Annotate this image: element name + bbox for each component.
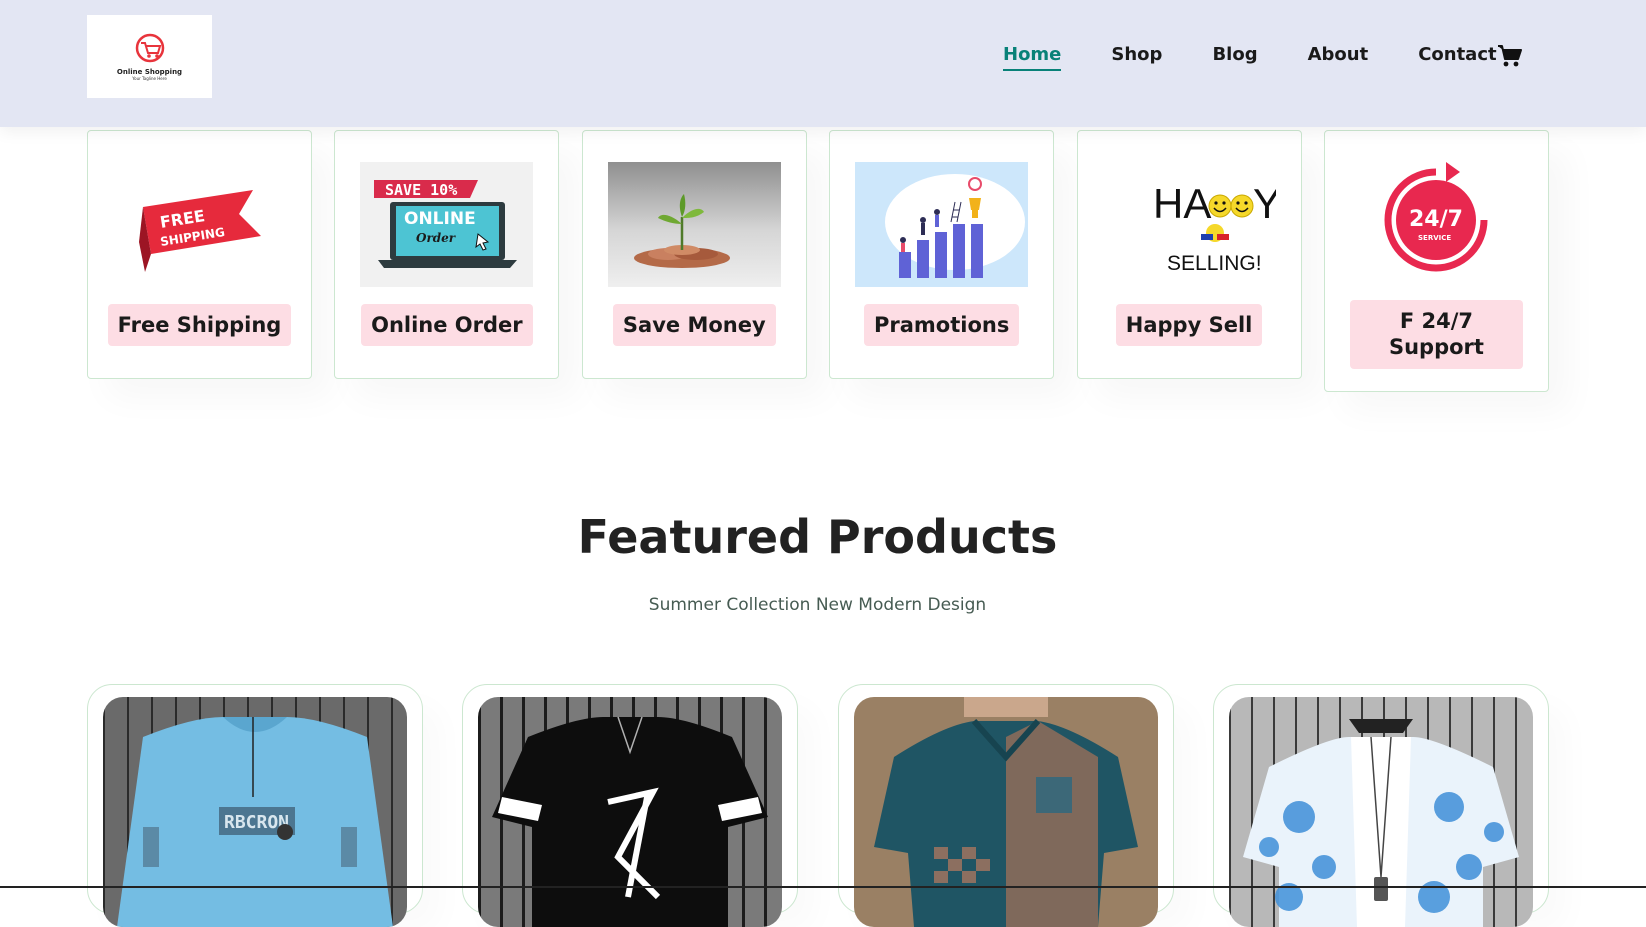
logo-tagline: Your Tagline Here (132, 75, 167, 81)
nav-shop[interactable]: Shop (1111, 44, 1162, 71)
nav-contact[interactable]: Contact (1418, 44, 1496, 71)
feature-label-line: Support (1388, 335, 1484, 360)
plant-coins-icon (633, 194, 730, 268)
black-graphic-tshirt-image (492, 716, 769, 927)
feature-label: Free Shipping (107, 304, 292, 347)
support-image: 24/7 SERVICE (1350, 158, 1523, 283)
feature-card-free-shipping[interactable]: FREE SHIPPING Free Shipping (87, 130, 312, 379)
svg-text:SAVE 10%: SAVE 10% (385, 181, 457, 199)
svg-text:Y: Y (1253, 180, 1276, 227)
feature-label: F 24/7 Support (1349, 300, 1523, 369)
nav-blog[interactable]: Blog (1212, 44, 1257, 71)
promotions-image (855, 162, 1029, 287)
feature-card-happy-sell[interactable]: HA Y SELLING! Happy Sell (1076, 130, 1302, 379)
free-shipping-image: FREE SHIPPING (113, 162, 286, 287)
save-money-image (607, 162, 781, 287)
nav-home[interactable]: Home (1003, 44, 1062, 71)
cart-icon[interactable] (1497, 43, 1523, 69)
logo-text: Online Shopping (116, 67, 183, 76)
light-blue-sweatshirt-image: RBCRON (117, 717, 393, 927)
product-image[interactable]: RBCRON (103, 697, 407, 927)
svg-text:24/7: 24/7 (1409, 207, 1463, 232)
teal-patterned-polo-image (873, 697, 1138, 927)
feature-label-line: F 24/7 (1399, 309, 1474, 333)
product-card[interactable]: RBCRON (87, 684, 423, 927)
products-grid: RBCRON (87, 684, 1549, 927)
bar-chart-trophy-icon (885, 174, 1026, 278)
happy-sell-image: HA Y SELLING! (1103, 162, 1276, 287)
floral-print-shirt-image (1242, 719, 1519, 927)
product-card[interactable] (462, 684, 799, 927)
product-image[interactable] (853, 697, 1158, 927)
happy-selling-smileys-icon: HA Y SELLING! (1153, 180, 1276, 275)
free-shipping-ribbon-icon: FREE SHIPPING (139, 190, 261, 272)
feature-label: Happy Sell (1115, 304, 1263, 347)
site-header: Online Shopping Your Tagline Here Home S… (0, 0, 1646, 127)
feature-card-promotions[interactable]: Pramotions (829, 130, 1055, 379)
product-card[interactable] (1212, 684, 1549, 927)
feature-card-online-order[interactable]: SAVE 10% ONLINE Order Online Order (334, 130, 560, 379)
section-title: Featured Products (577, 510, 1058, 564)
svg-text:SELLING!: SELLING! (1167, 252, 1262, 275)
logo[interactable]: Online Shopping Your Tagline Here (87, 15, 212, 98)
nav-about[interactable]: About (1308, 44, 1369, 71)
svg-text:Order: Order (416, 231, 457, 245)
product-image[interactable] (478, 697, 783, 927)
features-row: FREE SHIPPING Free Shipping SAVE 10% ONL… (87, 130, 1549, 392)
feature-label: Pramotions (864, 304, 1020, 347)
feature-card-support[interactable]: 24/7 SERVICE F 24/7 Support (1323, 130, 1549, 392)
svg-text:HA: HA (1153, 180, 1211, 227)
feature-card-save-money[interactable]: Save Money (581, 130, 807, 379)
feature-label: Save Money (612, 304, 776, 347)
online-order-image: SAVE 10% ONLINE Order (360, 162, 534, 287)
section-subtitle: Summer Collection New Modern Design (648, 595, 987, 615)
online-order-laptop-icon: SAVE 10% ONLINE Order (374, 180, 518, 268)
svg-text:ONLINE: ONLINE (404, 209, 476, 229)
svg-text:SERVICE: SERVICE (1418, 234, 1451, 242)
product-image[interactable] (1228, 697, 1533, 927)
24-7-service-badge-icon: 24/7 SERVICE (1384, 162, 1488, 272)
feature-label: Online Order (361, 304, 533, 347)
main-nav: Home Shop Blog About Contact (1003, 44, 1646, 71)
product-card[interactable] (837, 684, 1174, 927)
shopping-cart-logo-icon (135, 33, 164, 62)
